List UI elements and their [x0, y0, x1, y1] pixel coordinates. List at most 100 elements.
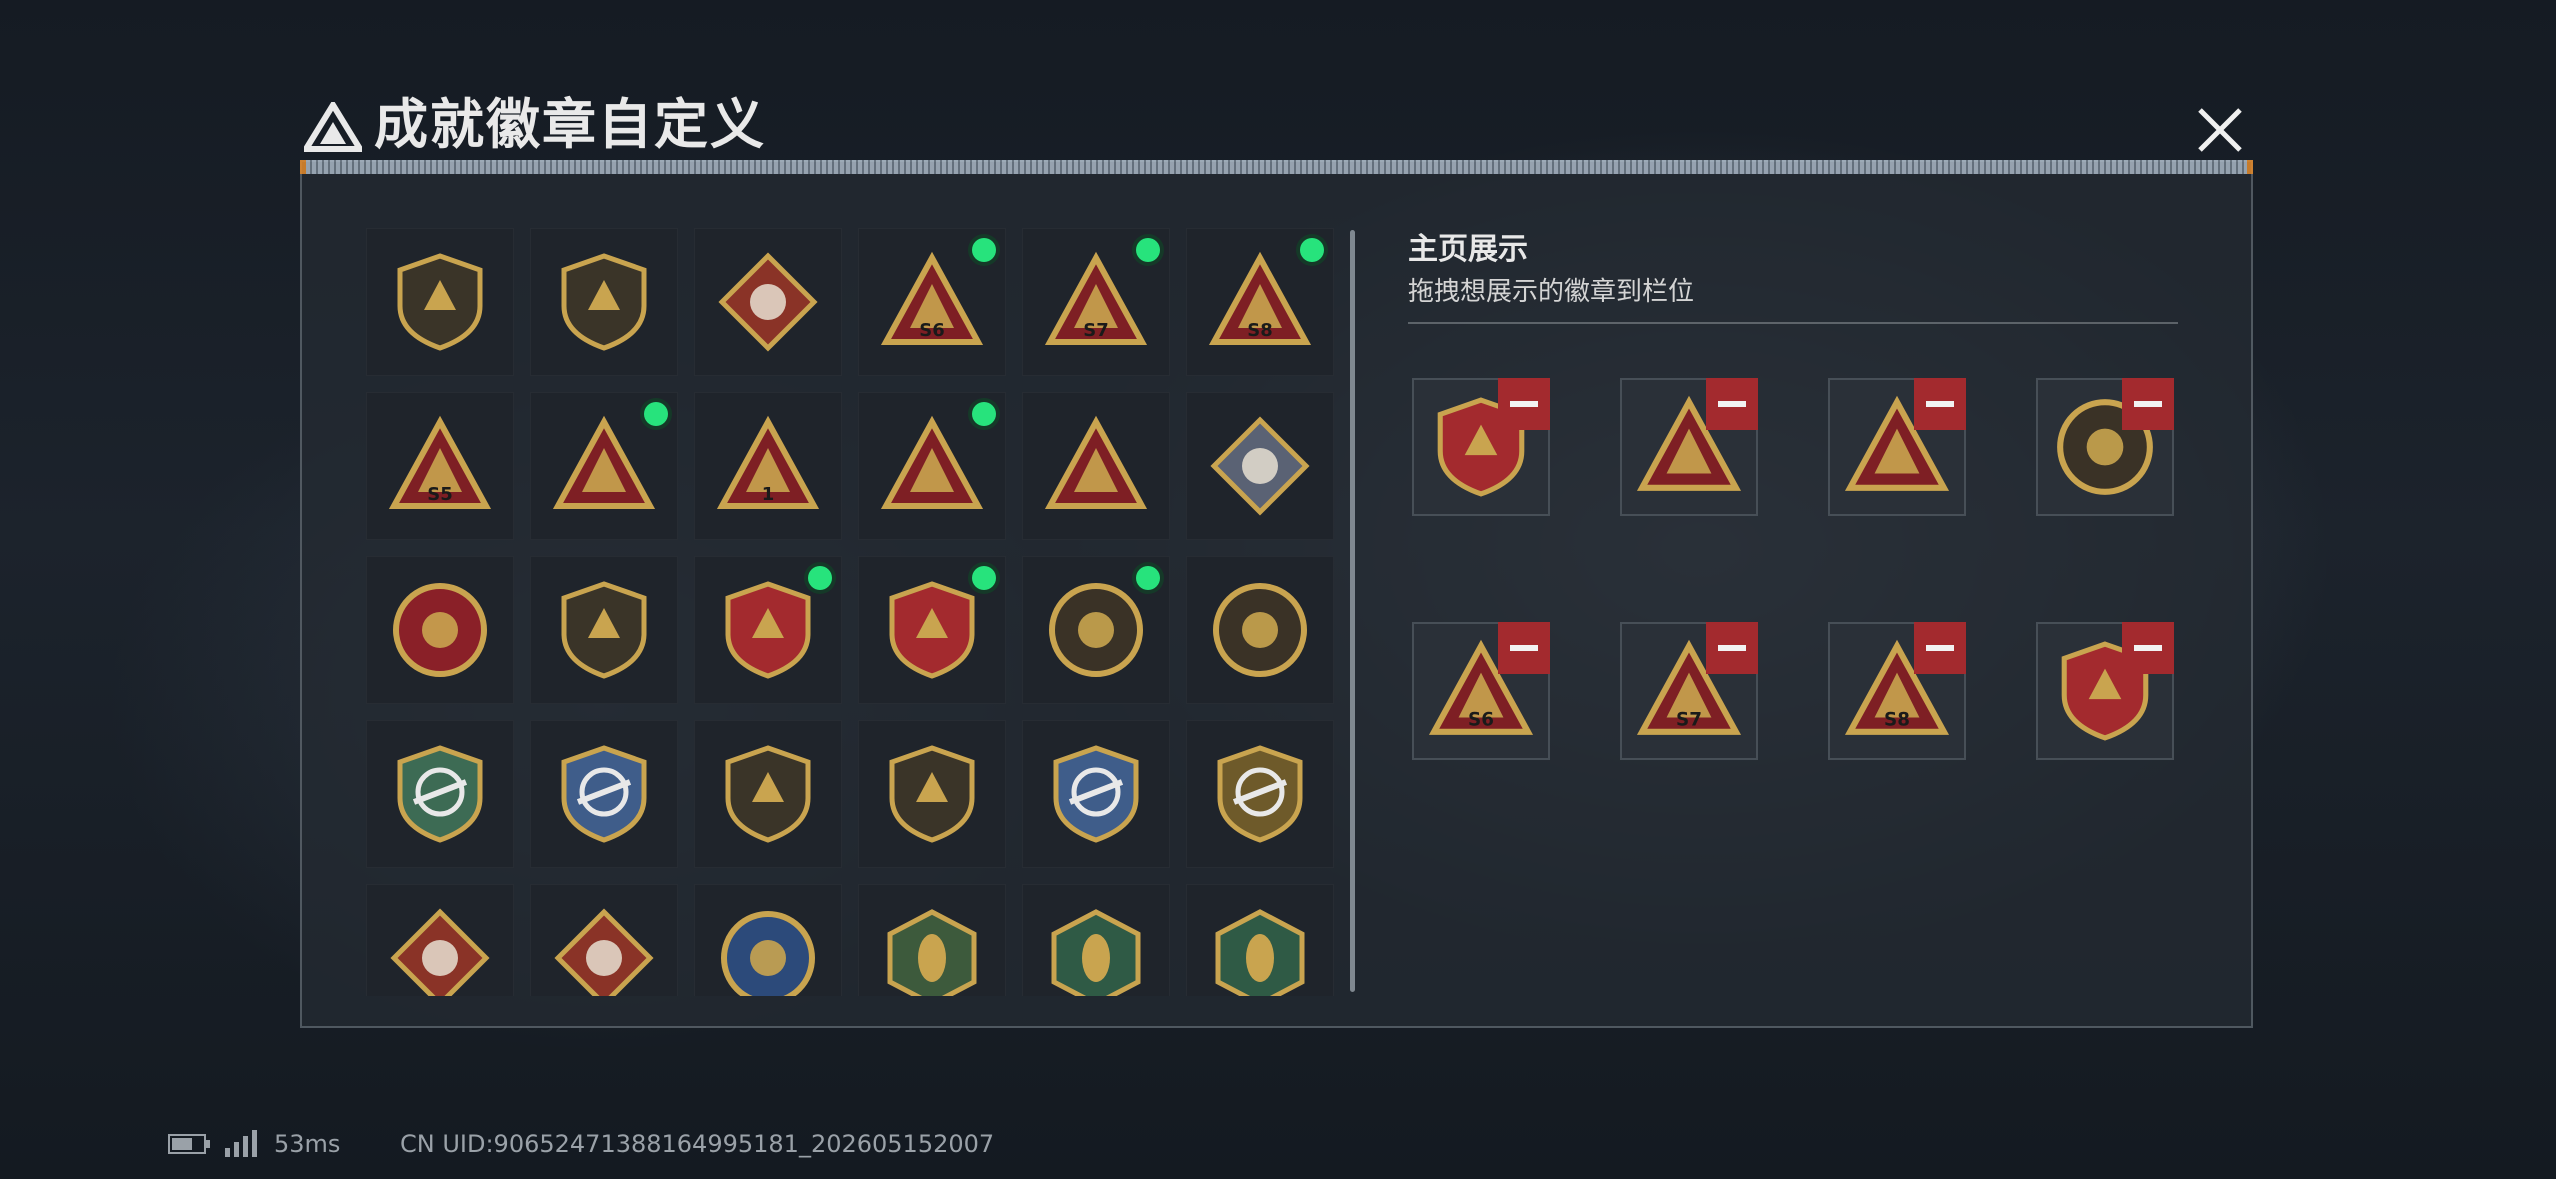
- medic-hexagon-badge-icon: [1215, 909, 1305, 996]
- pearl-circle-badge-icon: [1049, 583, 1143, 677]
- badge-cell[interactable]: [694, 884, 842, 996]
- badge-cell[interactable]: [1022, 884, 1170, 996]
- equipped-indicator-dot: [972, 402, 996, 426]
- rose-diamond-badge-icon: [1210, 416, 1310, 516]
- badge-cell[interactable]: [530, 228, 678, 376]
- badge-cell[interactable]: [858, 556, 1006, 704]
- battery-icon: [168, 1134, 210, 1154]
- smg-crosshair-badge-icon: [1053, 745, 1139, 843]
- badge-label: S7: [1676, 710, 1702, 731]
- wolf-diamond-badge-icon: [554, 908, 654, 996]
- badge-cell[interactable]: [530, 392, 678, 540]
- equipped-indicator-dot: [1136, 566, 1160, 590]
- badge-cell[interactable]: [1022, 392, 1170, 540]
- minus-icon[interactable]: [1914, 622, 1966, 674]
- showcase-slot[interactable]: S6: [1412, 622, 1550, 760]
- egg-nest-triangle-badge-icon: [552, 415, 656, 509]
- minus-icon[interactable]: [1706, 622, 1758, 674]
- soldiers-triangle-badge-icon: [1044, 415, 1148, 509]
- showcase-slot[interactable]: [1412, 378, 1550, 516]
- diamond-emblem-shield-badge-icon: [718, 252, 818, 352]
- minus-icon[interactable]: [1498, 378, 1550, 430]
- badge-cell[interactable]: S5: [366, 392, 514, 540]
- badge-cell[interactable]: [1186, 884, 1334, 996]
- badge-label: S8: [1884, 710, 1910, 731]
- close-icon[interactable]: [2190, 100, 2250, 160]
- delta-shield-badge-icon: [397, 253, 483, 351]
- badge-cell[interactable]: [1186, 392, 1334, 540]
- equipped-indicator-dot: [644, 402, 668, 426]
- rifle-crosshair-blue-badge-icon: [561, 745, 647, 843]
- equipped-indicator-dot: [1300, 238, 1324, 262]
- rifle-crosshair-green-badge-icon: [397, 745, 483, 843]
- badge-cell[interactable]: [366, 884, 514, 996]
- badge-cell[interactable]: [366, 720, 514, 868]
- wolf-red-diamond-badge-icon: [390, 908, 490, 996]
- badge-cell[interactable]: [530, 556, 678, 704]
- showcase-subtitle: 拖拽想展示的徽章到栏位: [1408, 277, 1695, 307]
- badge-cell[interactable]: [858, 392, 1006, 540]
- showcase-title: 主页展示: [1408, 232, 1528, 267]
- page-title: 成就徽章自定义: [374, 93, 766, 156]
- showcase-slot[interactable]: [2036, 622, 2174, 760]
- badge-cell[interactable]: [858, 720, 1006, 868]
- rifle-gold-shield-badge-icon: [725, 745, 811, 843]
- minus-icon[interactable]: [1914, 378, 1966, 430]
- showcase-slot[interactable]: S7: [1620, 622, 1758, 760]
- wasp-green-hexagon-badge-icon: [1051, 909, 1141, 996]
- gold-crosshair-badge-icon: [1217, 745, 1303, 843]
- helicopter-shield-badge-icon: [561, 253, 647, 351]
- equipped-indicator-dot: [972, 566, 996, 590]
- minus-icon[interactable]: [2122, 378, 2174, 430]
- badge-cell[interactable]: [694, 720, 842, 868]
- badge-cell[interactable]: [858, 884, 1006, 996]
- equipped-indicator-dot: [808, 566, 832, 590]
- badge-cell[interactable]: [1186, 556, 1334, 704]
- number-one-triangle-badge-icon: 1: [716, 415, 820, 509]
- badge-cell[interactable]: [1022, 556, 1170, 704]
- wasp-hexagon-badge-icon: [887, 909, 977, 996]
- title-divider-stripe: [300, 160, 2253, 174]
- minus-icon[interactable]: [1706, 378, 1758, 430]
- badge-cell[interactable]: [1186, 720, 1334, 868]
- showcase-divider: [1408, 322, 2178, 324]
- badge-cell[interactable]: [530, 884, 678, 996]
- equipped-indicator-dot: [1136, 238, 1160, 262]
- badge-cell[interactable]: S7: [1022, 228, 1170, 376]
- sniper-gold-shield-badge-icon: [889, 745, 975, 843]
- season-s6-triangle-badge-icon: S6: [880, 251, 984, 345]
- badge-cell[interactable]: [694, 228, 842, 376]
- signal-icon: [225, 1130, 257, 1157]
- season-s8-triangle-badge-icon: S8: [1208, 251, 1312, 345]
- hands-triangle-badge-icon: [880, 415, 984, 509]
- badge-grid[interactable]: S6 S7 S8 S5 1: [366, 228, 1336, 996]
- minus-icon[interactable]: [1498, 622, 1550, 674]
- showcase-slot[interactable]: [1620, 378, 1758, 516]
- showcase-slot[interactable]: [1828, 378, 1966, 516]
- badge-cell[interactable]: [366, 228, 514, 376]
- badge-label: S5: [427, 484, 453, 505]
- uid-readout: CN UID:90652471388164995181_202605152007: [400, 1130, 995, 1158]
- badge-cell[interactable]: [694, 556, 842, 704]
- showcase-slot[interactable]: [2036, 378, 2174, 516]
- equipped-indicator-dot: [972, 238, 996, 262]
- badge-cell[interactable]: 1: [694, 392, 842, 540]
- season-s7-triangle-badge-icon: S7: [1044, 251, 1148, 345]
- delta-logo-icon: [304, 102, 362, 152]
- minus-icon[interactable]: [2122, 622, 2174, 674]
- badge-grid-scrollbar[interactable]: [1350, 230, 1355, 992]
- badge-cell[interactable]: [1022, 720, 1170, 868]
- badge-label: S8: [1247, 320, 1273, 341]
- star-medal-badge-icon: [393, 583, 487, 677]
- badge-cell[interactable]: S8: [1186, 228, 1334, 376]
- badge-label: S7: [1083, 320, 1109, 341]
- chevron-shield-badge-icon: [561, 581, 647, 679]
- showcase-slot[interactable]: S8: [1828, 622, 1966, 760]
- season-s5-triangle-badge-icon: S5: [388, 415, 492, 509]
- badge-cell[interactable]: S6: [858, 228, 1006, 376]
- skull-circle-badge-icon: [1213, 583, 1307, 677]
- star-laurel-shield-badge-icon: [889, 581, 975, 679]
- badge-cell[interactable]: [530, 720, 678, 868]
- badge-cell[interactable]: [366, 556, 514, 704]
- eagle-circle-badge-icon: [721, 911, 815, 996]
